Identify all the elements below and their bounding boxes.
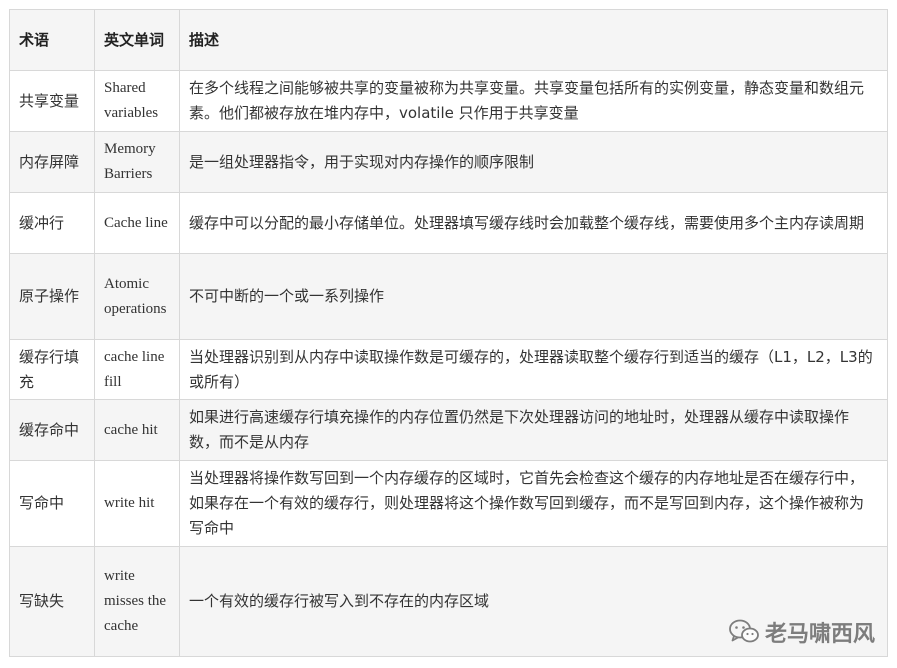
term-cell: 缓冲行: [9, 192, 95, 254]
header-term: 术语: [9, 9, 95, 71]
table-row: 共享变量 Shared variables 在多个线程之间能够被共享的变量被称为…: [9, 70, 888, 132]
english-cell: cache line fill: [94, 339, 180, 400]
header-english: 英文单词: [94, 9, 180, 71]
table-header-row: 术语 英文单词 描述: [9, 9, 888, 71]
description-cell: 如果进行高速缓存行填充操作的内存位置仍然是下次处理器访问的地址时，处理器从缓存中…: [179, 399, 888, 461]
english-cell: Shared variables: [94, 70, 180, 132]
term-cell: 缓存命中: [9, 399, 95, 461]
description-cell: 当处理器识别到从内存中读取操作数是可缓存的，处理器读取整个缓存行到适当的缓存（L…: [179, 339, 888, 400]
glossary-table: 术语 英文单词 描述 共享变量 Shared variables 在多个线程之间…: [9, 9, 888, 657]
table-row: 写命中 write hit 当处理器将操作数写回到一个内存缓存的区域时，它首先会…: [9, 460, 888, 547]
watermark-text: 老马啸西风: [764, 622, 875, 647]
table-row: 内存屏障 Memory Barriers 是一组处理器指令，用于实现对内存操作的…: [9, 131, 888, 193]
table-row: 缓冲行 Cache line 缓存中可以分配的最小存储单位。处理器填写缓存线时会…: [9, 192, 888, 254]
english-cell: Memory Barriers: [94, 131, 180, 193]
english-cell: Atomic operations: [94, 253, 180, 340]
english-cell: cache hit: [94, 399, 180, 461]
watermark: 老马啸西风: [729, 616, 875, 648]
english-cell: write misses the cache: [94, 546, 180, 657]
table-row: 缓存命中 cache hit 如果进行高速缓存行填充操作的内存位置仍然是下次处理…: [9, 399, 888, 461]
description-cell: 当处理器将操作数写回到一个内存缓存的区域时，它首先会检查这个缓存的内存地址是否在…: [179, 460, 888, 547]
description-cell: 不可中断的一个或一系列操作: [179, 253, 888, 340]
header-description: 描述: [179, 9, 888, 71]
term-cell: 缓存行填充: [9, 339, 95, 400]
description-cell: 在多个线程之间能够被共享的变量被称为共享变量。共享变量包括所有的实例变量，静态变…: [179, 70, 888, 132]
term-cell: 内存屏障: [9, 131, 95, 193]
table-row: 缓存行填充 cache line fill 当处理器识别到从内存中读取操作数是可…: [9, 339, 888, 400]
term-cell: 写缺失: [9, 546, 95, 657]
glossary-table-container: 术语 英文单词 描述 共享变量 Shared variables 在多个线程之间…: [9, 9, 888, 657]
english-cell: Cache line: [94, 192, 180, 254]
term-cell: 原子操作: [9, 253, 95, 340]
wechat-icon: [729, 619, 759, 645]
english-cell: write hit: [94, 460, 180, 547]
term-cell: 共享变量: [9, 70, 95, 132]
description-cell: 缓存中可以分配的最小存储单位。处理器填写缓存线时会加载整个缓存线，需要使用多个主…: [179, 192, 888, 254]
description-cell: 是一组处理器指令，用于实现对内存操作的顺序限制: [179, 131, 888, 193]
term-cell: 写命中: [9, 460, 95, 547]
table-row: 原子操作 Atomic operations 不可中断的一个或一系列操作: [9, 253, 888, 340]
